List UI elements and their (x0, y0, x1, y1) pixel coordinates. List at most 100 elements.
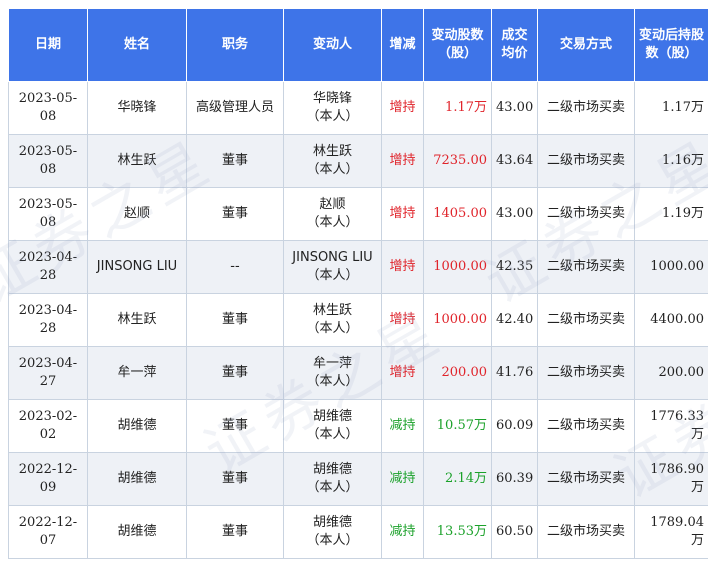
cell-method: 二级市场买卖 (537, 346, 635, 400)
actor-name: 赵顺 (319, 197, 346, 212)
actor-name: 林生跃 (312, 144, 352, 159)
table-row: 2023-05-08 林生跃 董事 林生跃 （本人） 增持 7235.00 43.64 二级市场… (8, 134, 708, 188)
cell-date: 2022-12-09 (8, 452, 88, 506)
header-actor: 变动人 (283, 8, 382, 82)
header-date: 日期 (8, 8, 88, 82)
actor-name: 华晓锋 (312, 91, 352, 106)
cell-after: 200.00 (634, 346, 708, 400)
cell-role: 董事 (186, 293, 284, 347)
actor-relation: （本人） (306, 321, 359, 336)
cell-name: 华晓锋 (87, 81, 187, 135)
cell-method: 二级市场买卖 (537, 399, 635, 453)
insider-trading-table-wrapper: 日期 姓名 职务 变动人 增减 变动股数（股） 成交均价 交易方式 变动后持股数… (8, 8, 708, 559)
cell-price: 43.00 (491, 187, 538, 241)
cell-actor: 胡维德 （本人） (283, 399, 382, 453)
cell-direction: 减持 (381, 452, 424, 506)
actor-relation: （本人） (306, 480, 359, 495)
cell-direction: 增持 (381, 187, 424, 241)
header-direction: 增减 (381, 8, 424, 82)
cell-shares: 2.14万 (423, 452, 492, 506)
actor-name: 牟一萍 (312, 356, 352, 371)
table-header: 日期 姓名 职务 变动人 增减 变动股数（股） 成交均价 交易方式 变动后持股数… (8, 8, 708, 82)
cell-after: 1.16万 (634, 134, 708, 188)
cell-actor: 胡维德 （本人） (283, 505, 382, 559)
actor-name: 林生跃 (312, 303, 352, 318)
actor-name: 胡维德 (312, 515, 352, 530)
cell-role: 董事 (186, 187, 284, 241)
cell-date: 2023-04-27 (8, 346, 88, 400)
cell-date: 2023-05-08 (8, 134, 88, 188)
actor-relation: （本人） (306, 268, 359, 283)
header-row: 日期 姓名 职务 变动人 增减 变动股数（股） 成交均价 交易方式 变动后持股数… (8, 8, 708, 82)
table-row: 2023-04-27 牟一萍 董事 牟一萍 （本人） 增持 200.00 41.76 二级市场买… (8, 346, 708, 400)
header-name: 姓名 (87, 8, 187, 82)
actor-relation: （本人） (306, 533, 359, 548)
insider-trading-table: 日期 姓名 职务 变动人 增减 变动股数（股） 成交均价 交易方式 变动后持股数… (8, 8, 708, 559)
cell-name: JINSONG LIU (87, 240, 187, 294)
header-price: 成交均价 (491, 8, 538, 82)
cell-price: 41.76 (491, 346, 538, 400)
cell-role: 董事 (186, 134, 284, 188)
cell-date: 2023-04-28 (8, 293, 88, 347)
cell-shares: 1405.00 (423, 187, 492, 241)
cell-method: 二级市场买卖 (537, 240, 635, 294)
cell-role: 高级管理人员 (186, 81, 284, 135)
cell-shares: 1000.00 (423, 293, 492, 347)
cell-actor: 林生跃 （本人） (283, 293, 382, 347)
actor-name: JINSONG LIU (292, 250, 373, 265)
cell-shares: 1.17万 (423, 81, 492, 135)
cell-actor: 牟一萍 （本人） (283, 346, 382, 400)
cell-method: 二级市场买卖 (537, 293, 635, 347)
cell-name: 胡维德 (87, 452, 187, 506)
cell-date: 2023-04-28 (8, 240, 88, 294)
cell-actor: JINSONG LIU （本人） (283, 240, 382, 294)
actor-relation: （本人） (306, 162, 359, 177)
cell-name: 胡维德 (87, 505, 187, 559)
actor-relation: （本人） (306, 215, 359, 230)
cell-price: 43.64 (491, 134, 538, 188)
cell-after: 1.19万 (634, 187, 708, 241)
cell-actor: 华晓锋 （本人） (283, 81, 382, 135)
cell-name: 林生跃 (87, 293, 187, 347)
cell-role: 董事 (186, 346, 284, 400)
cell-shares: 10.57万 (423, 399, 492, 453)
cell-shares: 1000.00 (423, 240, 492, 294)
cell-name: 赵顺 (87, 187, 187, 241)
cell-role: 董事 (186, 399, 284, 453)
cell-role: 董事 (186, 452, 284, 506)
cell-price: 42.35 (491, 240, 538, 294)
cell-direction: 减持 (381, 399, 424, 453)
cell-direction: 减持 (381, 505, 424, 559)
cell-shares: 7235.00 (423, 134, 492, 188)
table-row: 2023-05-08 赵顺 董事 赵顺 （本人） 增持 1405.00 43.00 二级市场买卖… (8, 187, 708, 241)
cell-method: 二级市场买卖 (537, 505, 635, 559)
cell-direction: 增持 (381, 81, 424, 135)
cell-method: 二级市场买卖 (537, 134, 635, 188)
cell-direction: 增持 (381, 134, 424, 188)
cell-method: 二级市场买卖 (537, 452, 635, 506)
actor-name: 胡维德 (312, 462, 352, 477)
cell-price: 42.40 (491, 293, 538, 347)
cell-after: 1776.33万 (634, 399, 708, 453)
cell-direction: 增持 (381, 346, 424, 400)
cell-name: 林生跃 (87, 134, 187, 188)
cell-shares: 200.00 (423, 346, 492, 400)
actor-relation: （本人） (306, 427, 359, 442)
cell-after: 1.17万 (634, 81, 708, 135)
cell-method: 二级市场买卖 (537, 81, 635, 135)
cell-role: -- (186, 240, 284, 294)
cell-name: 胡维德 (87, 399, 187, 453)
cell-actor: 林生跃 （本人） (283, 134, 382, 188)
cell-date: 2023-02-02 (8, 399, 88, 453)
cell-actor: 胡维德 （本人） (283, 452, 382, 506)
actor-relation: （本人） (306, 374, 359, 389)
actor-name: 胡维德 (312, 409, 352, 424)
header-role: 职务 (186, 8, 284, 82)
cell-after: 1000.00 (634, 240, 708, 294)
header-method: 交易方式 (537, 8, 635, 82)
cell-date: 2023-05-08 (8, 81, 88, 135)
cell-date: 2023-05-08 (8, 187, 88, 241)
table-row: 2023-04-28 JINSONG LIU -- JINSONG LIU （本人） 增持… (8, 240, 708, 294)
cell-after: 4400.00 (634, 293, 708, 347)
cell-price: 60.50 (491, 505, 538, 559)
